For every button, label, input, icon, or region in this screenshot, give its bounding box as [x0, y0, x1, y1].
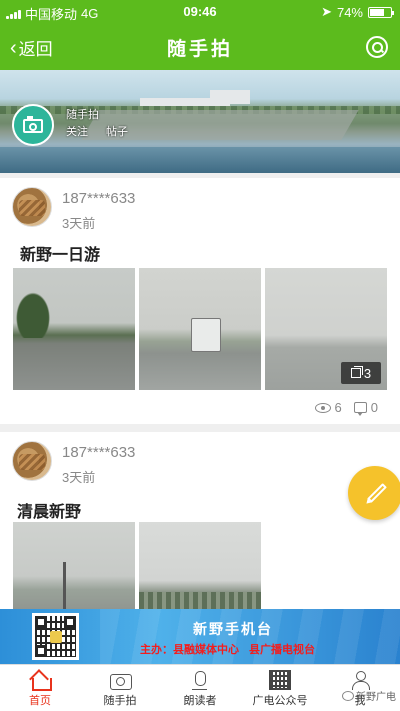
compose-button[interactable] [348, 466, 400, 520]
comment-count-value: 0 [370, 400, 378, 415]
battery-percent: 74% [336, 4, 363, 20]
post-title: 清晨新野 [17, 504, 82, 521]
tab-label: 朗读者 [183, 695, 217, 707]
post-photo-button[interactable] [12, 104, 54, 146]
promo-host-1: 县融媒体中心 [173, 644, 239, 656]
camera-icon [109, 670, 132, 690]
home-icon [29, 670, 52, 691]
promo-banner[interactable]: 新野手机台 主办：县融媒体中心 县广播电视台 [0, 609, 400, 664]
eye-icon [314, 402, 331, 413]
tab-home[interactable]: 首页 [0, 665, 80, 711]
more-photos-badge: 3 [341, 362, 381, 384]
battery-icon [368, 6, 394, 18]
promo-host-prefix: 主办： [140, 644, 173, 656]
building [210, 90, 250, 104]
post-photo[interactable] [13, 268, 135, 390]
comment-icon [353, 402, 367, 416]
promo-title: 新野手机台 [193, 621, 273, 637]
page-title: 随手拍 [166, 39, 233, 60]
location-icon: ➤ [321, 4, 332, 19]
avatar[interactable] [12, 441, 52, 481]
post-username: 187****633 [62, 190, 136, 207]
post-card[interactable]: 187****633 3天前 清晨新野 [0, 432, 400, 612]
tab-label: 随手拍 [103, 695, 137, 707]
status-bar: 中国移动 4G 09:46 ➤ 74% [0, 0, 400, 24]
post-card[interactable]: 187****633 3天前 新野一日游 3 6 0 [0, 178, 400, 424]
qr-code [32, 613, 79, 660]
post-photo[interactable] [139, 268, 261, 390]
tab-official-account[interactable]: 广电公众号 [240, 665, 320, 711]
microphone-icon [189, 670, 211, 690]
view-count-value: 6 [334, 400, 342, 415]
copy-icon [350, 366, 363, 378]
search-button[interactable] [366, 36, 388, 58]
channel-name: 随手拍 [66, 109, 99, 121]
user-icon [349, 670, 371, 690]
qr-code-icon [269, 670, 291, 690]
pencil-icon [367, 483, 387, 503]
logo [50, 631, 62, 643]
more-photos-count: 3 [363, 365, 372, 381]
promo-host-2: 县广播电视台 [249, 644, 315, 656]
post-username: 187****633 [62, 444, 136, 461]
tab-label: 广电公众号 [252, 695, 308, 707]
tab-bar: 首页 随手拍 朗读者 广电公众号 我 [0, 664, 400, 711]
banner-image: 随手拍 关注 帖子 [0, 70, 400, 173]
battery-fill [370, 8, 385, 16]
comment-button[interactable]: 0 [353, 400, 378, 416]
follow-label[interactable]: 关注 [66, 123, 88, 139]
wechat-icon [342, 690, 354, 701]
tab-reader[interactable]: 朗读者 [160, 665, 240, 711]
tab-label: 首页 [29, 695, 51, 707]
post-time: 3天前 [62, 216, 96, 231]
view-count: 6 [314, 400, 342, 415]
post-time: 3天前 [62, 470, 96, 485]
avatar[interactable] [12, 187, 52, 227]
watermark: 新野广电 [342, 688, 396, 703]
posts-label: 帖子 [106, 126, 128, 138]
tab-snapshot[interactable]: 随手拍 [80, 665, 160, 711]
watermark-text: 新野广电 [356, 692, 396, 703]
post-photo[interactable] [139, 522, 261, 612]
nav-bar: ‹ 返回 随手拍 [0, 24, 400, 70]
post-title: 新野一日游 [20, 247, 101, 264]
river [0, 147, 400, 173]
post-photo[interactable]: 3 [265, 268, 387, 390]
post-photo[interactable] [13, 522, 135, 612]
